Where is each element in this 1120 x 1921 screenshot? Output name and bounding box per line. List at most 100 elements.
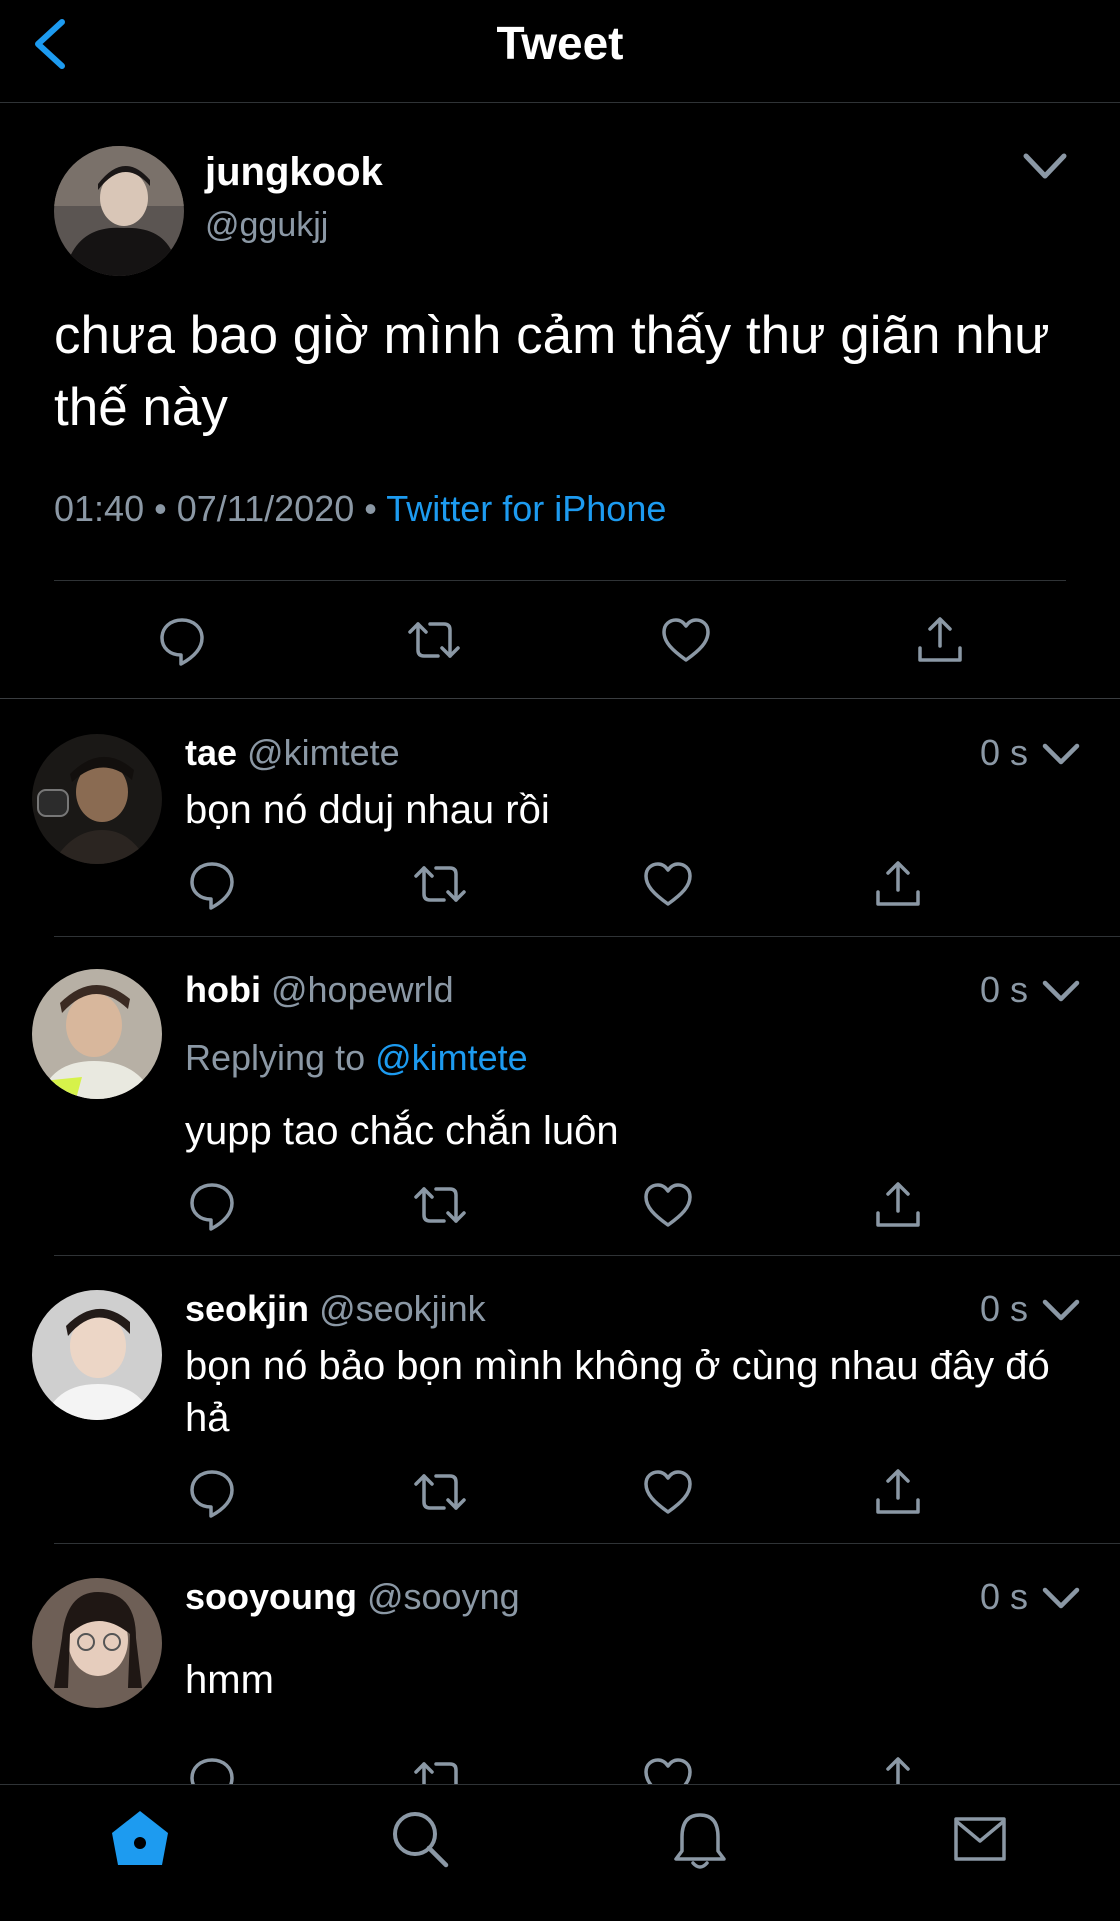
tab-search[interactable] <box>388 1807 452 1871</box>
avatar[interactable] <box>32 969 162 1099</box>
share-button[interactable] <box>870 856 926 912</box>
like-button[interactable] <box>640 1177 696 1233</box>
avatar-image <box>32 1290 162 1420</box>
reply-menu-button[interactable] <box>1040 1582 1082 1614</box>
retweet-button[interactable] <box>412 1464 468 1520</box>
reply-item[interactable]: hobi @hopewrld 0 s Replying to @kimtete y… <box>0 937 1120 1255</box>
mail-icon <box>954 1817 1006 1861</box>
comment-icon <box>190 1470 234 1518</box>
reply-item[interactable]: sooyoung @sooyng 0 s hmm <box>0 1544 1120 1784</box>
reply-author-handle[interactable]: @kimtete <box>247 732 400 773</box>
share-button[interactable] <box>912 612 968 668</box>
like-button[interactable] <box>640 856 696 912</box>
replying-to-label: Replying to <box>185 1037 366 1078</box>
bell-icon <box>674 1813 726 1869</box>
author-name[interactable]: jungkook <box>205 150 383 195</box>
chevron-down-icon <box>1042 980 1080 1002</box>
share-icon <box>876 1469 920 1514</box>
tab-home[interactable] <box>108 1807 172 1871</box>
like-button[interactable] <box>640 1752 696 1784</box>
chevron-down-icon <box>1042 1299 1080 1321</box>
tweet-time: 01:40 <box>54 488 145 529</box>
retweet-icon <box>414 866 466 902</box>
share-icon <box>918 617 962 662</box>
retweet-icon <box>414 1187 466 1223</box>
comment-icon <box>190 862 234 910</box>
reply-text: bọn nó bảo bọn mình không ở cùng nhau đâ… <box>185 1344 1050 1440</box>
tab-messages[interactable] <box>948 1807 1012 1871</box>
reply-menu-button[interactable] <box>1040 975 1082 1007</box>
heart-icon <box>644 1470 692 1514</box>
comment-icon <box>190 1183 234 1231</box>
retweet-icon <box>414 1474 466 1510</box>
tweet-source-link[interactable]: Twitter for iPhone <box>386 488 666 529</box>
tweet-date: 07/11/2020 <box>176 488 355 529</box>
avatar[interactable] <box>32 1290 162 1420</box>
avatar-image <box>32 1578 162 1708</box>
comment-icon <box>190 1758 234 1784</box>
reply-text: hmm <box>185 1658 274 1702</box>
reply-author-handle[interactable]: @seokjink <box>319 1288 486 1329</box>
reply-button[interactable] <box>184 1177 240 1233</box>
meta-separator: • <box>154 488 167 529</box>
share-icon <box>876 1182 920 1227</box>
reply-button[interactable] <box>184 1752 240 1784</box>
avatar-image <box>32 734 162 864</box>
avatar-image <box>32 969 162 1099</box>
retweet-button[interactable] <box>406 612 462 668</box>
share-icon <box>876 861 920 906</box>
reply-author-handle[interactable]: @hopewrld <box>271 969 454 1010</box>
reply-item[interactable]: seokjin @seokjink 0 s bọn nó bảo bọn mình… <box>0 1256 1120 1544</box>
heart-icon <box>662 618 710 662</box>
comment-icon <box>160 618 204 666</box>
share-button[interactable] <box>870 1177 926 1233</box>
reply-author-handle[interactable]: @sooyng <box>367 1576 520 1617</box>
tab-notifications[interactable] <box>668 1807 732 1871</box>
reply-menu-button[interactable] <box>1040 738 1082 770</box>
reply-header: hobi @hopewrld <box>185 969 454 1011</box>
reply-menu-button[interactable] <box>1040 1294 1082 1326</box>
reply-button[interactable] <box>184 856 240 912</box>
reply-header: seokjin @seokjink <box>185 1288 486 1330</box>
reply-button[interactable] <box>184 1464 240 1520</box>
reply-author-name[interactable]: sooyoung <box>185 1576 357 1617</box>
top-bar: Tweet <box>0 0 1120 103</box>
share-button[interactable] <box>870 1464 926 1520</box>
reply-text: bọn nó dduj nhau rồi <box>185 788 550 832</box>
chevron-down-icon <box>1023 153 1067 179</box>
reply-author-name[interactable]: tae <box>185 732 237 773</box>
replying-to-mention[interactable]: @kimtete <box>375 1037 528 1078</box>
reply-text: yupp tao chắc chắn luôn <box>185 1109 619 1153</box>
author-handle[interactable]: @ggukjj <box>205 206 328 245</box>
meta-separator: • <box>364 488 377 529</box>
avatar[interactable] <box>54 146 184 276</box>
retweet-icon <box>414 1762 458 1784</box>
heart-icon <box>644 1183 692 1227</box>
heart-icon <box>644 862 692 906</box>
page-title: Tweet <box>496 17 624 69</box>
replying-to-line: Replying to @kimtete <box>185 1037 528 1079</box>
reply-header: sooyoung @sooyng <box>185 1576 520 1618</box>
avatar[interactable] <box>32 1578 162 1708</box>
retweet-button[interactable] <box>412 856 468 912</box>
avatar[interactable] <box>32 734 162 864</box>
reply-item[interactable]: tae @kimtete 0 s bọn nó dduj nhau rồi <box>0 700 1120 936</box>
retweet-icon <box>408 622 460 658</box>
retweet-button[interactable] <box>412 1752 468 1784</box>
reply-header: tae @kimtete <box>185 732 400 774</box>
share-button[interactable] <box>870 1752 926 1784</box>
like-button[interactable] <box>658 612 714 668</box>
like-button[interactable] <box>640 1464 696 1520</box>
retweet-button[interactable] <box>412 1177 468 1233</box>
tweet-menu-button[interactable] <box>1020 148 1070 184</box>
search-icon <box>393 1812 449 1868</box>
reply-time: 0 s <box>980 1576 1029 1617</box>
reply-author-name[interactable]: seokjin <box>185 1288 309 1329</box>
heart-icon <box>644 1758 692 1784</box>
reply-time: 0 s <box>980 1288 1029 1329</box>
reply-author-name[interactable]: hobi <box>185 969 261 1010</box>
chevron-down-icon <box>1042 743 1080 765</box>
bottom-tab-bar <box>0 1784 1120 1921</box>
reply-button[interactable] <box>154 612 210 668</box>
share-icon <box>886 1757 910 1784</box>
